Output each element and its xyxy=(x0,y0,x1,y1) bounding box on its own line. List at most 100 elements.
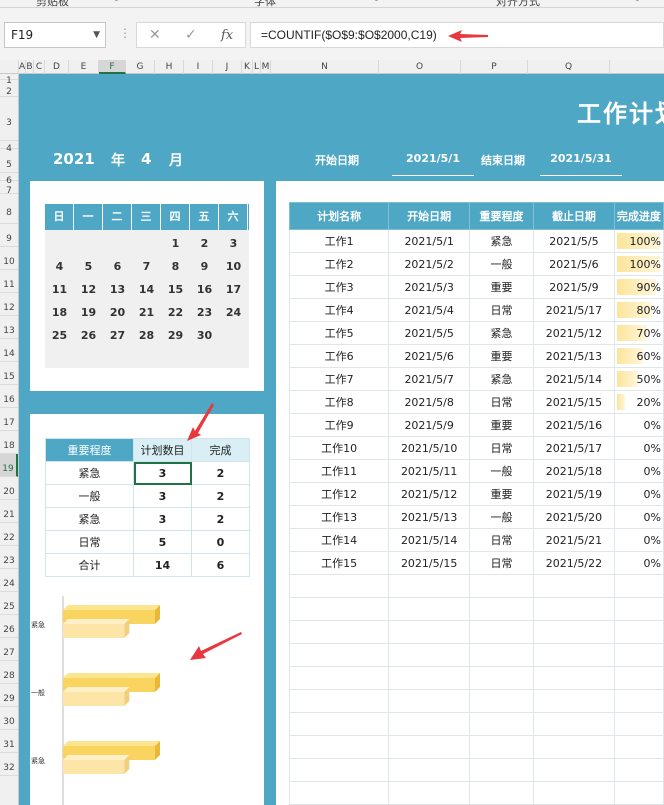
empty-cell[interactable] xyxy=(388,781,470,805)
calendar-day[interactable]: 30 xyxy=(190,324,219,347)
summary-header-cell[interactable]: 重要程度 xyxy=(45,438,134,462)
empty-cell[interactable] xyxy=(468,643,535,667)
task-header-cell[interactable]: 计划名称 xyxy=(288,202,390,230)
row-header[interactable]: 16 xyxy=(0,385,18,408)
column-header[interactable]: I xyxy=(184,60,213,74)
task-priority-cell[interactable]: 日常 xyxy=(468,298,535,322)
task-progress-cell[interactable]: 100% xyxy=(613,229,664,253)
task-start-cell[interactable]: 2021/5/15 xyxy=(388,551,470,575)
task-due-cell[interactable]: 2021/5/12 xyxy=(533,321,615,345)
done-count-cell[interactable]: 2 xyxy=(191,507,250,531)
column-header[interactable]: C xyxy=(34,60,45,74)
empty-cell[interactable] xyxy=(613,712,664,736)
column-header[interactable]: M xyxy=(261,60,271,74)
column-header[interactable]: G xyxy=(126,60,155,74)
task-due-cell[interactable]: 2021/5/16 xyxy=(533,413,615,437)
done-count-cell[interactable]: 2 xyxy=(191,484,250,508)
task-progress-cell[interactable]: 60% xyxy=(613,344,664,368)
task-start-cell[interactable]: 2021/5/2 xyxy=(388,252,470,276)
calendar-day[interactable]: 4 xyxy=(45,255,74,278)
task-name-cell[interactable]: 工作15 xyxy=(288,551,390,575)
worksheet[interactable]: 工作计划 2021 年 4 月 开始日期 2021/5/1 结束日期 2021/… xyxy=(19,74,664,805)
task-start-cell[interactable]: 2021/5/8 xyxy=(388,390,470,414)
chart-bar-top[interactable] xyxy=(63,605,160,610)
task-name-cell[interactable]: 工作3 xyxy=(288,275,390,299)
done-count-cell[interactable]: 2 xyxy=(191,461,250,485)
empty-cell[interactable] xyxy=(288,712,390,736)
row-header[interactable]: 11 xyxy=(0,270,18,293)
empty-cell[interactable] xyxy=(388,666,470,690)
cancel-icon[interactable]: ✕ xyxy=(149,27,161,43)
check-icon[interactable]: ✓ xyxy=(185,27,197,43)
task-progress-cell[interactable]: 70% xyxy=(613,321,664,345)
task-name-cell[interactable]: 工作2 xyxy=(288,252,390,276)
task-name-cell[interactable]: 工作13 xyxy=(288,505,390,529)
summary-header-cell[interactable]: 计划数目 xyxy=(133,438,192,462)
ribbon-group-clipboard[interactable]: 剪贴板 xyxy=(36,0,69,7)
task-name-cell[interactable]: 工作4 xyxy=(288,298,390,322)
task-priority-cell[interactable]: 紧急 xyxy=(468,229,535,253)
row-header[interactable]: 28 xyxy=(0,661,18,684)
empty-cell[interactable] xyxy=(468,735,535,759)
task-progress-cell[interactable]: 50% xyxy=(613,367,664,391)
empty-cell[interactable] xyxy=(533,712,615,736)
empty-cell[interactable] xyxy=(288,666,390,690)
empty-cell[interactable] xyxy=(468,666,535,690)
task-name-cell[interactable]: 工作10 xyxy=(288,436,390,460)
empty-cell[interactable] xyxy=(388,712,470,736)
name-box[interactable]: F19 ▼ xyxy=(4,22,106,48)
month-value[interactable]: 4 xyxy=(141,150,151,168)
task-name-cell[interactable]: 工作12 xyxy=(288,482,390,506)
chart-bar-top[interactable] xyxy=(63,687,130,692)
column-header[interactable]: B xyxy=(26,60,34,74)
empty-cell[interactable] xyxy=(468,597,535,621)
empty-cell[interactable] xyxy=(533,689,615,713)
column-header[interactable]: L xyxy=(253,60,261,74)
empty-cell[interactable] xyxy=(468,689,535,713)
row-header[interactable]: 17 xyxy=(0,408,18,431)
calendar-day[interactable]: 24 xyxy=(219,301,248,324)
empty-cell[interactable] xyxy=(613,574,664,598)
row-header[interactable]: 2 xyxy=(0,80,18,97)
column-header[interactable]: K xyxy=(242,60,253,74)
calendar-day[interactable]: 29 xyxy=(161,324,190,347)
task-name-cell[interactable]: 工作11 xyxy=(288,459,390,483)
calendar-day[interactable]: 18 xyxy=(45,301,74,324)
dialog-launcher-icon[interactable]: ↘ xyxy=(633,0,640,3)
column-header[interactable]: N xyxy=(271,60,379,74)
column-header[interactable]: J xyxy=(213,60,242,74)
empty-cell[interactable] xyxy=(388,620,470,644)
task-priority-cell[interactable]: 一般 xyxy=(468,459,535,483)
calendar-day[interactable]: 3 xyxy=(219,232,248,255)
priority-cell[interactable]: 紧急 xyxy=(45,507,134,531)
task-priority-cell[interactable]: 重要 xyxy=(468,482,535,506)
task-start-cell[interactable]: 2021/5/3 xyxy=(388,275,470,299)
empty-cell[interactable] xyxy=(468,781,535,805)
task-due-cell[interactable]: 2021/5/17 xyxy=(533,436,615,460)
row-header[interactable]: 20 xyxy=(0,477,18,500)
calendar-day[interactable]: 13 xyxy=(103,278,132,301)
calendar-day[interactable]: 8 xyxy=(161,255,190,278)
task-progress-cell[interactable]: 20% xyxy=(613,390,664,414)
task-progress-cell[interactable]: 80% xyxy=(613,298,664,322)
row-header[interactable]: 6 xyxy=(0,173,18,186)
empty-cell[interactable] xyxy=(288,597,390,621)
empty-cell[interactable] xyxy=(533,735,615,759)
end-date-value[interactable]: 2021/5/31 xyxy=(540,152,622,165)
empty-cell[interactable] xyxy=(288,574,390,598)
empty-cell[interactable] xyxy=(613,781,664,805)
empty-cell[interactable] xyxy=(288,781,390,805)
row-header[interactable]: 18 xyxy=(0,431,18,454)
chart-bar-top[interactable] xyxy=(63,619,130,624)
chart-bar-top[interactable] xyxy=(63,673,160,678)
task-due-cell[interactable]: 2021/5/19 xyxy=(533,482,615,506)
task-priority-cell[interactable]: 日常 xyxy=(468,551,535,575)
row-header[interactable]: 29 xyxy=(0,684,18,707)
task-priority-cell[interactable]: 重要 xyxy=(468,344,535,368)
calendar-day[interactable]: 1 xyxy=(161,232,190,255)
priority-cell[interactable]: 紧急 xyxy=(45,461,134,485)
empty-cell[interactable] xyxy=(533,574,615,598)
row-header[interactable]: 10 xyxy=(0,247,18,270)
empty-cell[interactable] xyxy=(613,643,664,667)
empty-cell[interactable] xyxy=(533,781,615,805)
